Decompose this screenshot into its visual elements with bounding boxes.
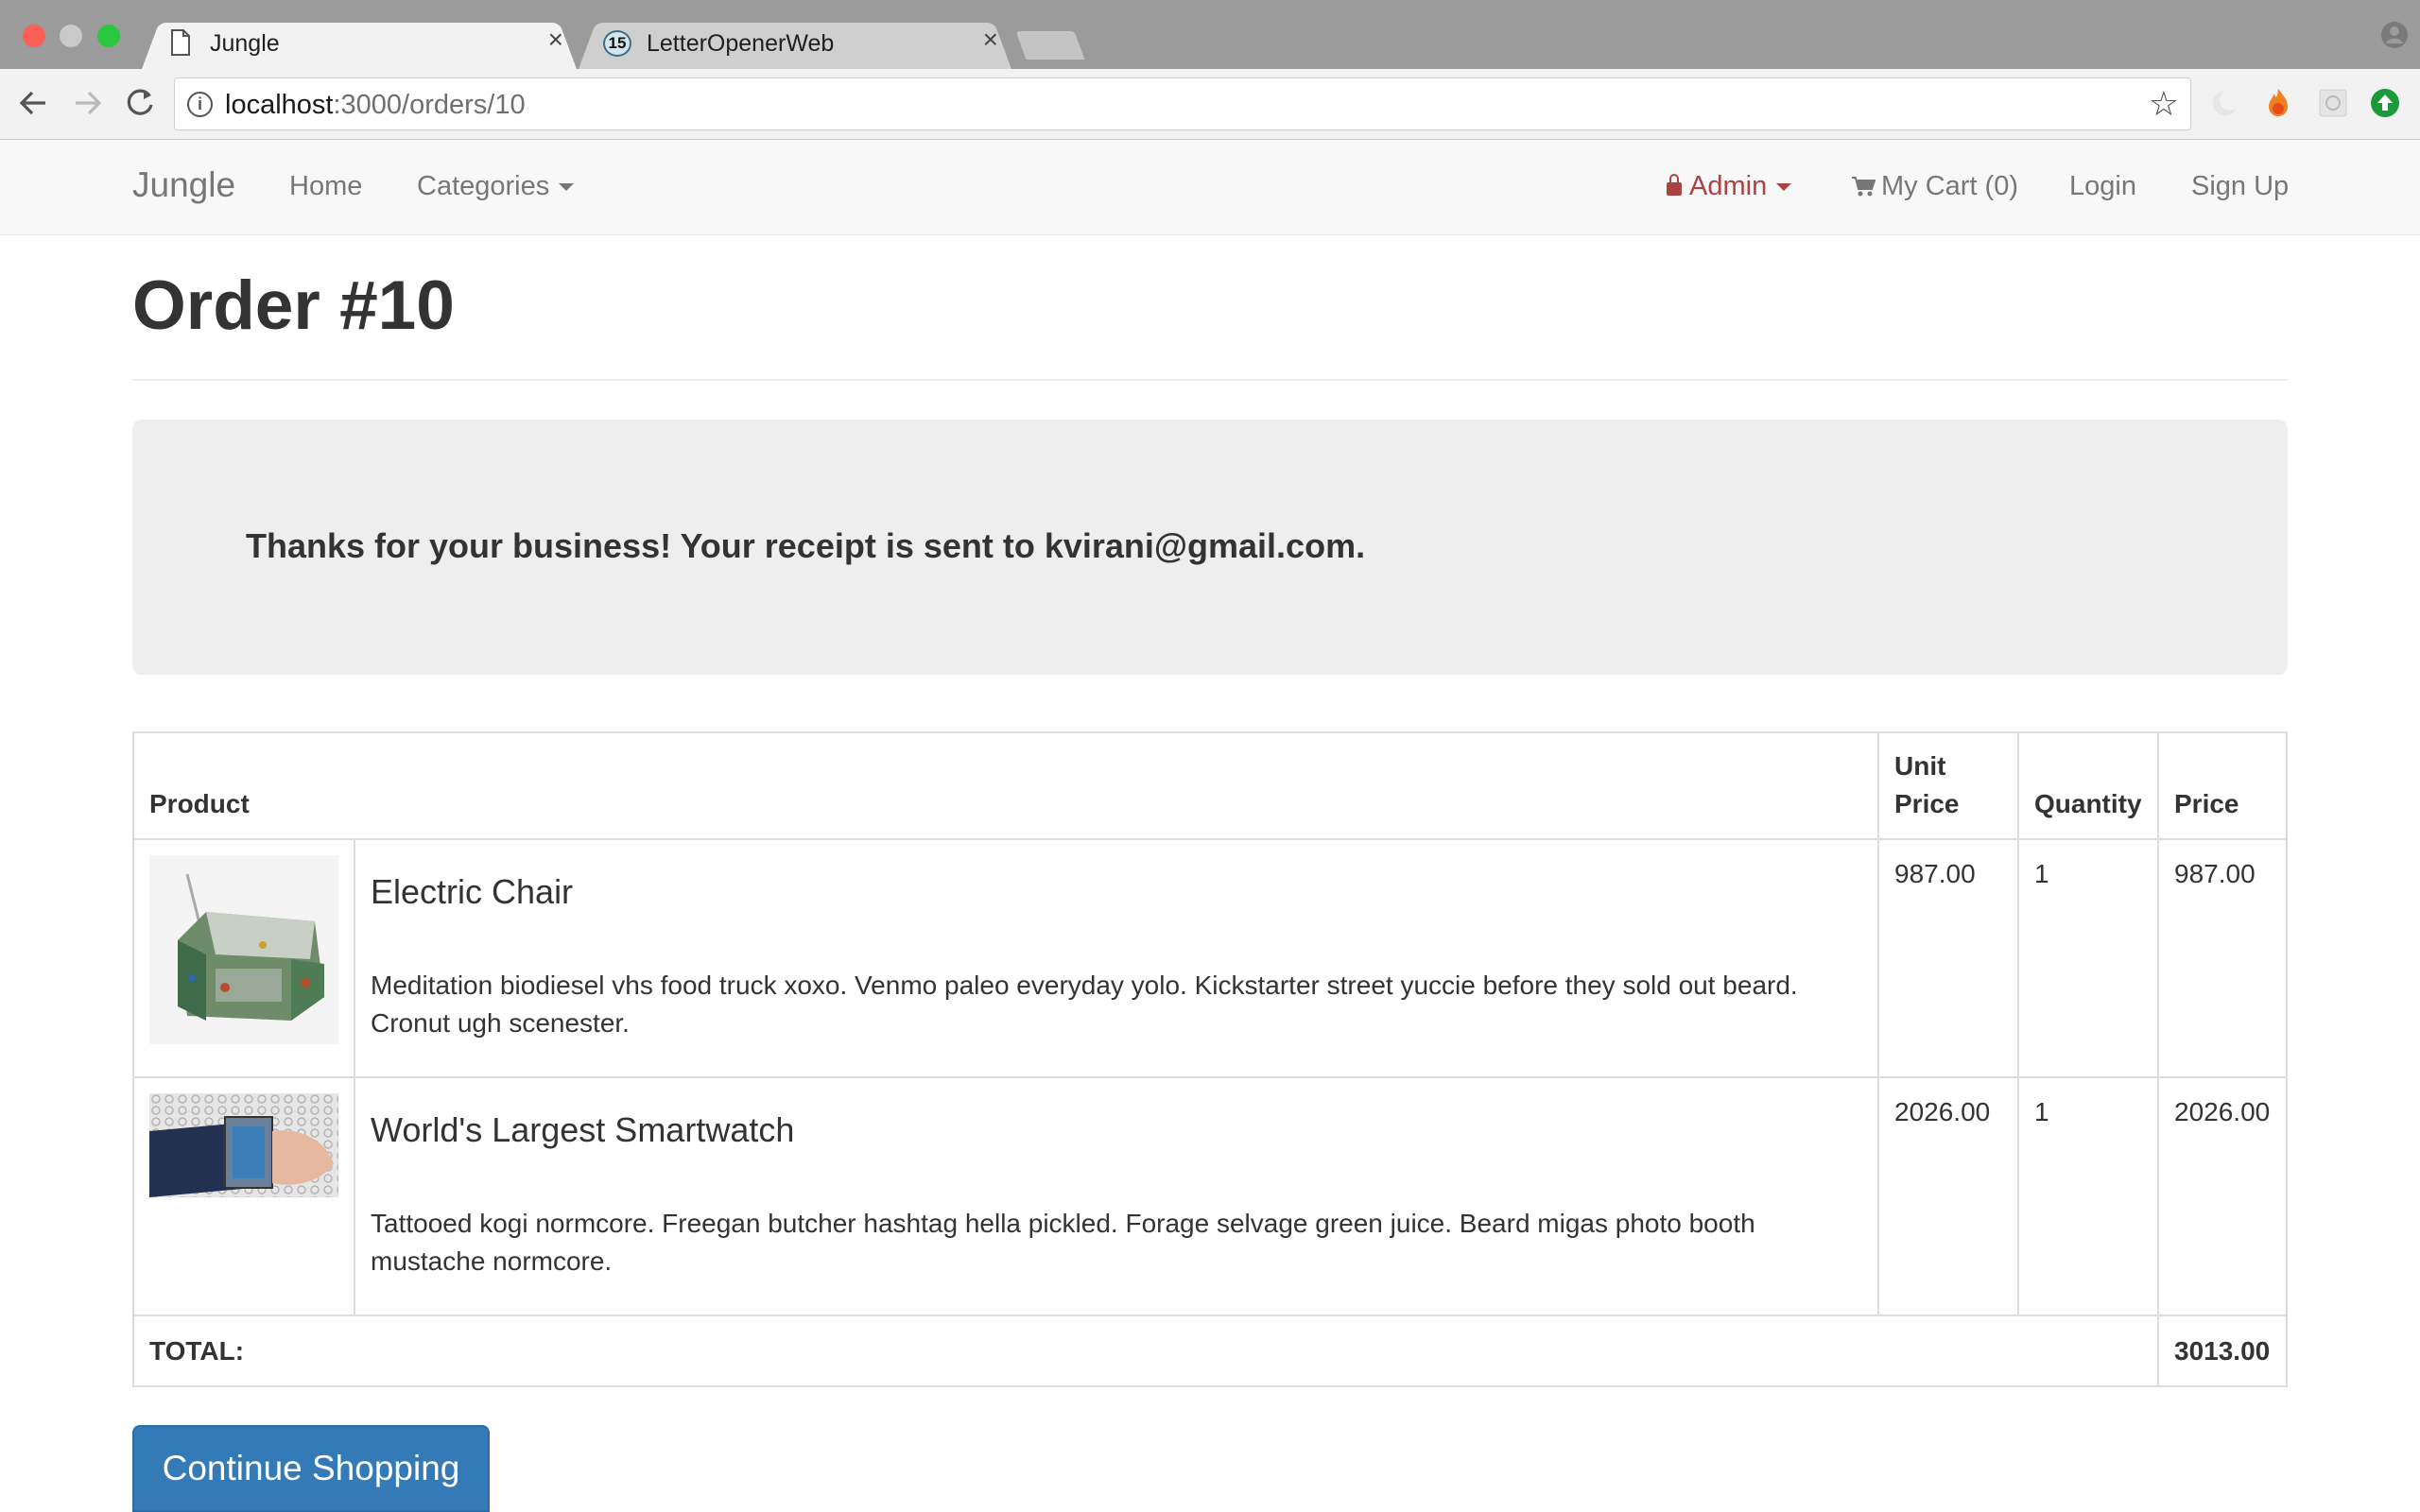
thanks-message: Thanks for your business! Your receipt i… [246, 526, 1366, 565]
continue-shopping-button[interactable]: Continue Shopping [132, 1425, 490, 1512]
total-row: TOTAL: 3013.00 [132, 1314, 2288, 1387]
brand-link[interactable]: Jungle [132, 165, 235, 205]
tab-badge-icon: 15 [603, 30, 631, 57]
browser-tabstrip: Jungle × 15 LetterOpenerWeb × [0, 0, 2420, 69]
total-value: 3013.00 [2157, 1314, 2288, 1387]
address-bar[interactable]: i localhost:3000/orders/10 ☆ [174, 77, 2191, 130]
table-row: Electric Chair Meditation biodiesel vhs … [132, 838, 2288, 1078]
unit-price-cell: 987.00 [1877, 838, 2019, 1078]
reload-icon[interactable] [119, 82, 161, 124]
quantity-cell: 1 [2017, 838, 2159, 1078]
unit-price-cell: 2026.00 [1877, 1076, 2019, 1316]
nav-cart-link[interactable]: My Cart (0) [1851, 171, 2018, 202]
maximize-window-button[interactable] [97, 25, 120, 47]
header-product: Product [132, 731, 1879, 840]
chevron-down-icon [1776, 183, 1792, 192]
tab-title: LetterOpenerWeb [647, 30, 835, 57]
extension-grid-icon[interactable] [2316, 86, 2350, 120]
tab-title: Jungle [210, 30, 280, 57]
nav-login-link[interactable]: Login [2069, 171, 2136, 202]
chevron-down-icon [559, 183, 575, 192]
site-navbar: Jungle Home Categories Admin My Cart (0)… [0, 140, 2420, 235]
total-label: TOTAL: [132, 1314, 2159, 1387]
title-divider [132, 379, 2288, 381]
lock-icon [1667, 174, 1682, 196]
electric-chair-image [149, 855, 338, 1044]
tab-letteropenerweb[interactable]: 15 LetterOpenerWeb × [579, 16, 1011, 69]
url-text: localhost:3000/orders/10 [225, 90, 526, 120]
order-table: Product Unit Price Quantity Price Electr… [132, 731, 2288, 1387]
product-name: World's Largest Smartwatch [371, 1110, 795, 1149]
bookmark-star-icon[interactable]: ☆ [2149, 84, 2179, 124]
smartwatch-image [149, 1093, 338, 1197]
product-image-cell [132, 1076, 355, 1316]
back-arrow-icon[interactable] [13, 82, 55, 124]
product-name: Electric Chair [371, 872, 574, 911]
minimize-window-button[interactable] [60, 25, 82, 47]
extension-flame-icon[interactable] [2261, 86, 2295, 120]
tab-close-icon[interactable]: × [548, 26, 563, 53]
extension-moon-icon[interactable] [2208, 86, 2242, 120]
product-details-cell: Electric Chair Meditation biodiesel vhs … [354, 838, 1879, 1078]
price-cell: 2026.00 [2157, 1076, 2288, 1316]
tab-jungle[interactable]: Jungle × [142, 16, 577, 69]
nav-signup-link[interactable]: Sign Up [2191, 171, 2289, 202]
profile-icon[interactable] [2380, 21, 2409, 49]
table-header-row: Product Unit Price Quantity Price [132, 731, 2288, 840]
forward-arrow-icon[interactable] [66, 82, 108, 124]
browser-toolbar: i localhost:3000/orders/10 ☆ [0, 69, 2420, 140]
price-cell: 987.00 [2157, 838, 2288, 1078]
nav-home-link[interactable]: Home [289, 171, 362, 202]
header-quantity: Quantity [2017, 731, 2159, 840]
header-price: Price [2157, 731, 2288, 840]
product-description: Tattooed kogi normcore. Freegan butcher … [371, 1209, 1755, 1276]
close-window-button[interactable] [23, 25, 45, 47]
thanks-panel: Thanks for your business! Your receipt i… [132, 420, 2288, 675]
new-tab-button[interactable] [1015, 31, 1085, 60]
header-unit-price: Unit Price [1877, 731, 2019, 840]
nav-admin-dropdown[interactable]: Admin [1667, 171, 1792, 202]
product-details-cell: World's Largest Smartwatch Tattooed kogi… [354, 1076, 1879, 1316]
site-info-icon[interactable]: i [187, 92, 213, 117]
cart-icon [1852, 177, 1876, 197]
product-image-cell [132, 838, 355, 1078]
extension-upload-icon[interactable] [2368, 86, 2402, 120]
quantity-cell: 1 [2017, 1076, 2159, 1316]
table-row: World's Largest Smartwatch Tattooed kogi… [132, 1076, 2288, 1316]
page-icon [171, 29, 190, 56]
page-title: Order #10 [132, 267, 455, 344]
product-description: Meditation biodiesel vhs food truck xoxo… [371, 971, 1798, 1038]
nav-categories-dropdown[interactable]: Categories [417, 171, 575, 202]
tab-close-icon[interactable]: × [983, 26, 998, 53]
